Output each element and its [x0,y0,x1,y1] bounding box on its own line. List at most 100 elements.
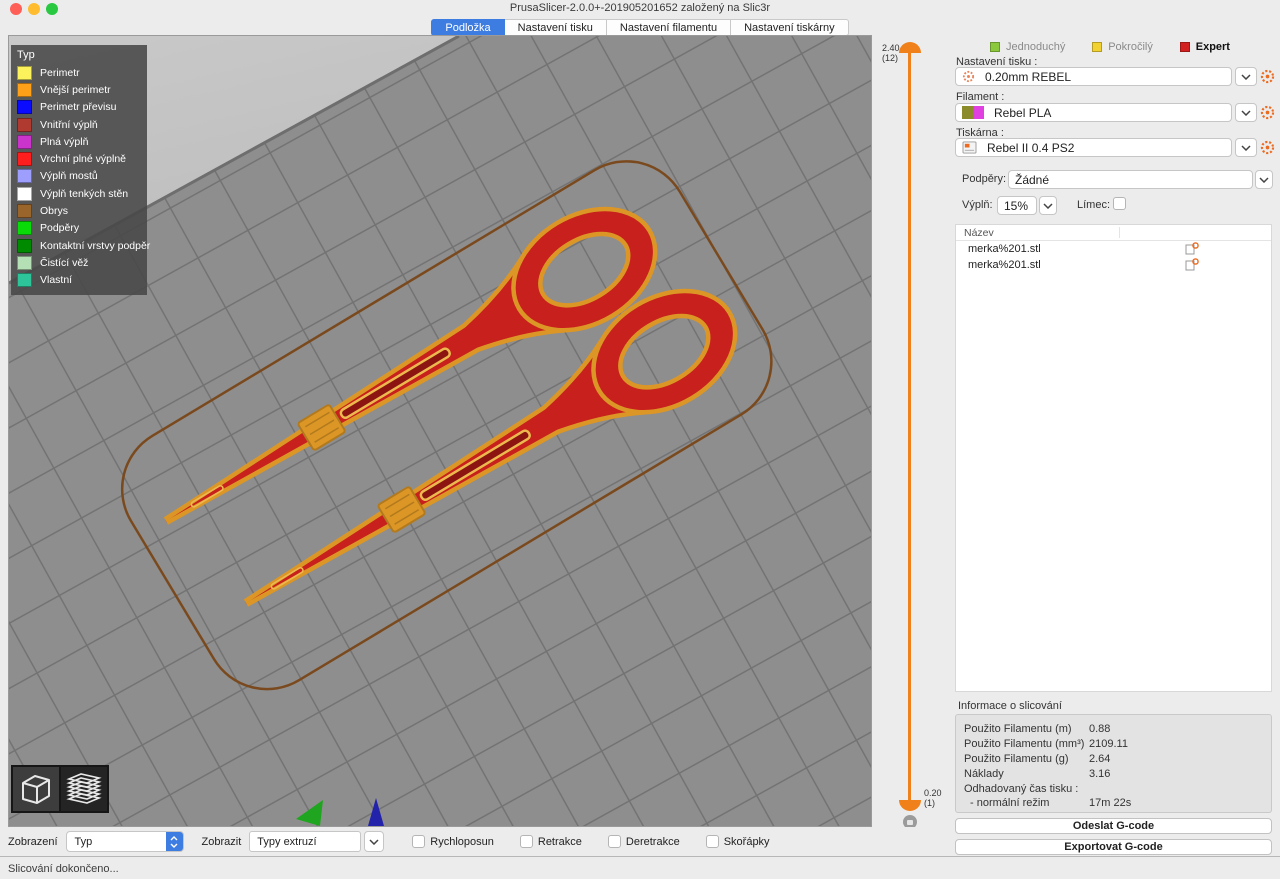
tab-filament-settings[interactable]: Nastavení filamentu [607,19,731,36]
info-value: 0.88 [1089,723,1110,735]
window-title: PrusaSlicer-2.0.0+-201905201652 založený… [0,2,1280,14]
legend-swatch [17,169,32,183]
preset-gear-icon [962,70,975,83]
info-label: Použito Filamentu (mm³) [964,738,1084,750]
status-text: Slicování dokončeno... [8,863,119,875]
mode-expert[interactable]: Expert [1180,41,1230,53]
infill-combo[interactable]: 15% [997,196,1037,215]
show-features-combo[interactable]: Typy extruzí [249,831,361,852]
object-settings-icon[interactable] [1184,242,1199,256]
unretractions-checkbox-row[interactable]: Deretrakce [608,835,680,848]
supports-label: Podpěry: [962,173,1006,185]
legend-swatch [17,135,32,149]
show-features-dropdown-button[interactable] [364,831,384,852]
info-label: Použito Filamentu (g) [964,753,1069,765]
infill-dropdown-button[interactable] [1039,196,1057,215]
view-mode-switcher [11,765,109,813]
legend-item: Vlastní [17,272,141,289]
printer-settings-gear-icon[interactable] [1260,140,1275,155]
unretractions-checkbox[interactable] [608,835,621,848]
legend-item: Výplň tenkých stěn [17,185,141,202]
filament-settings-gear-icon[interactable] [1260,105,1275,120]
travel-checkbox-row[interactable]: Rychloposun [412,835,494,848]
object-list: Název merka%201.stl merka%201.stl [955,224,1272,692]
right-sidebar: Jednoduchý Pokročilý Expert Nastavení ti… [950,35,1280,856]
filament-preset-combo[interactable]: Rebel PLA [955,103,1232,122]
legend-item: Perimetr [17,64,141,81]
layer-slider-strip: 2.40 (12) 0.20 (1) [873,35,950,827]
slider-top-value: 2.40 [882,43,900,53]
filament-label: Filament : [956,91,1004,103]
mode-selector: Jednoduchý Pokročilý Expert [990,41,1230,53]
status-bar: Slicování dokončeno... [0,856,1280,879]
filament-preset-dropdown-button[interactable] [1235,103,1257,122]
printer-preset-dropdown-button[interactable] [1235,138,1257,157]
preview-toolbar: Zobrazení Typ Zobrazit Typy extruzí Rych… [0,827,950,856]
mode-simple[interactable]: Jednoduchý [990,41,1065,53]
show-label: Zobrazit [202,836,242,848]
supports-combo[interactable]: Žádné [1008,170,1253,189]
tab-printer-settings[interactable]: Nastavení tiskárny [731,19,848,36]
shells-checkbox-row[interactable]: Skořápky [706,835,770,848]
layer-slider-track[interactable] [908,48,911,805]
shells-checkbox[interactable] [706,835,719,848]
retractions-checkbox[interactable] [520,835,533,848]
export-gcode-button[interactable]: Exportovat G-code [955,839,1272,855]
travel-checkbox[interactable] [412,835,425,848]
legend-item: Obrys [17,202,141,219]
time-value: 17m 22s [1089,797,1131,809]
brim-label: Límec: [1077,199,1110,211]
print-preset-combo[interactable]: 0.20mm REBEL [955,67,1232,86]
slider-bottom-value: 0.20 [924,788,942,798]
legend-swatch [17,256,32,270]
select-stepper-icon [166,832,183,851]
view-3d-button[interactable] [13,767,59,811]
title-bar: PrusaSlicer-2.0.0+-201905201652 založený… [0,0,1280,18]
object-list-header[interactable]: Název [956,225,1271,241]
tab-print-settings[interactable]: Nastavení tisku [505,19,607,36]
view-layers-button[interactable] [61,767,107,811]
brim-checkbox[interactable] [1113,197,1126,210]
mode-advanced-icon [1092,42,1102,52]
layer-slider-top-handle[interactable] [899,42,921,53]
legend-swatch [17,152,32,166]
supports-dropdown-button[interactable] [1255,170,1273,189]
infill-label: Výplň: [962,199,993,211]
tab-plater[interactable]: Podložka [431,19,504,36]
object-row[interactable]: merka%201.stl [956,241,1271,257]
estimated-time-label: Odhadovaný čas tisku : [964,783,1078,795]
legend-item: Perimetr převisu [17,99,141,116]
legend-item: Kontaktní vrstvy podpěr [17,237,141,254]
mode-advanced[interactable]: Pokročilý [1092,41,1153,53]
legend-swatch [17,118,32,132]
legend-swatch [17,100,32,114]
legend-title: Typ [17,49,141,61]
legend-swatch [17,239,32,253]
time-mode-label: - normální režim [970,797,1049,809]
slider-top-layer: (12) [882,53,898,63]
object-row[interactable]: merka%201.stl [956,257,1271,273]
printer-preset-combo[interactable]: Rebel II 0.4 PS2 [955,138,1232,157]
retractions-checkbox-row[interactable]: Retrakce [520,835,582,848]
layer-slider-bottom-handle[interactable] [899,800,921,811]
gcode-preview-viewport[interactable]: Typ Perimetr Vnější perimetr Perimetr př… [8,35,872,827]
info-value: 2109.11 [1089,738,1128,750]
legend-item: Vrchní plné výplně [17,150,141,167]
send-gcode-button[interactable]: Odeslat G-code [955,818,1272,834]
info-value: 2.64 [1089,753,1110,765]
legend-item: Vnitřní výplň [17,116,141,133]
mode-simple-icon [990,42,1000,52]
legend-item: Výplň mostů [17,168,141,185]
info-label: Náklady [964,768,1004,780]
info-value: 3.16 [1089,768,1110,780]
view-type-select[interactable]: Typ [66,831,184,852]
column-divider[interactable] [1119,227,1120,238]
printer-icon [962,141,977,154]
object-settings-icon[interactable] [1184,258,1199,272]
legend-swatch [17,187,32,201]
legend-swatch [17,204,32,218]
print-preset-dropdown-button[interactable] [1235,67,1257,86]
print-settings-gear-icon[interactable] [1260,69,1275,84]
cube-3d-icon [18,771,54,807]
slider-bottom-layer: (1) [924,798,935,808]
